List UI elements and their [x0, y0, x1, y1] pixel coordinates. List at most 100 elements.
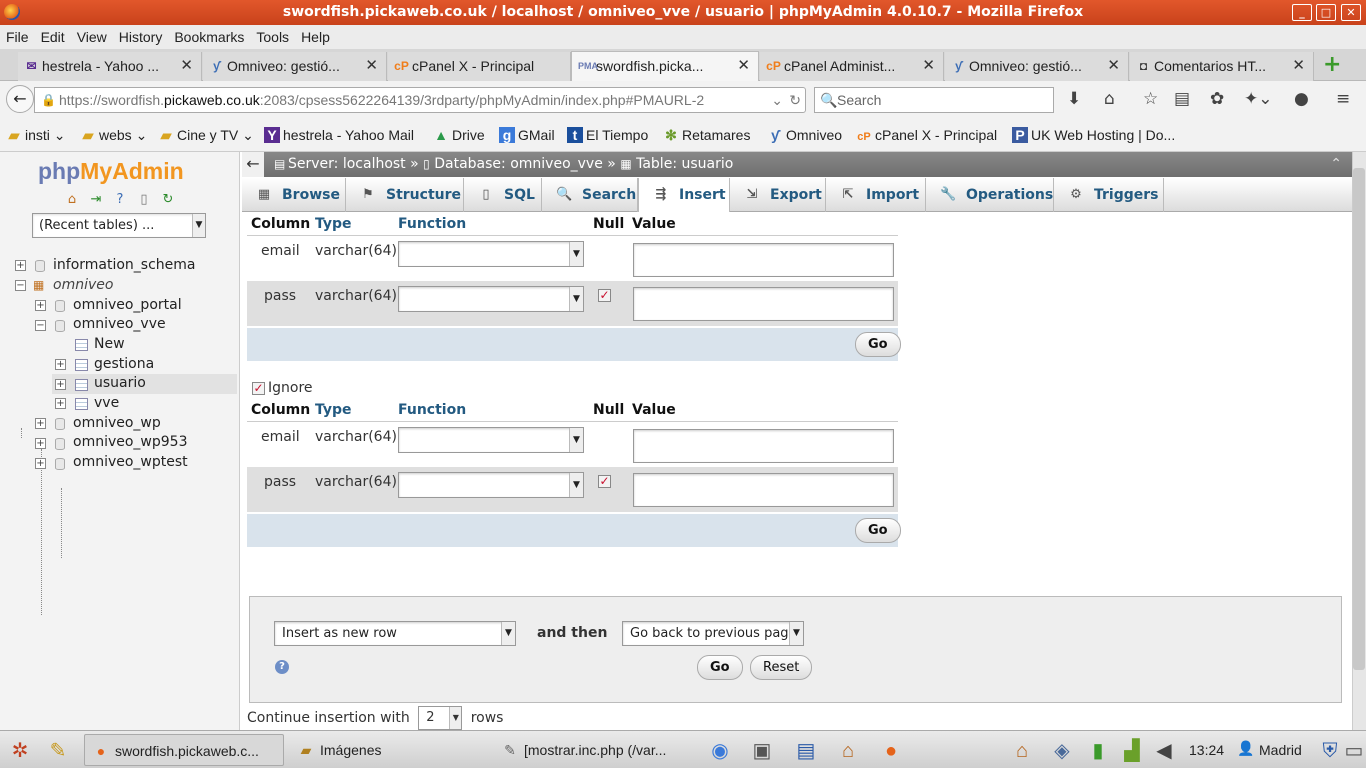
writer-icon[interactable]: ▤: [792, 737, 820, 765]
continue-rows-select[interactable]: 2 ▼: [418, 706, 463, 730]
phpmyadmin-logo[interactable]: phpMyAdmin: [38, 158, 184, 185]
arrow-left-icon[interactable]: ←: [242, 152, 264, 177]
bookmark-yahoo[interactable]: Yhestrela - Yahoo Mail: [264, 127, 414, 143]
function-select[interactable]: ▼: [398, 427, 584, 453]
breadcrumb-server[interactable]: Server: localhost: [288, 156, 406, 172]
house-icon[interactable]: ⌂: [834, 737, 862, 765]
close-tab-icon[interactable]: ✕: [1292, 52, 1305, 80]
value-input-email[interactable]: [633, 243, 894, 277]
breadcrumb-table[interactable]: Table: usuario: [636, 156, 733, 172]
bookmark-eltiempo[interactable]: t El Tiempo: [567, 127, 648, 143]
tab-insert[interactable]: ⇶ Insert: [638, 178, 730, 212]
tab-operations[interactable]: 🔧 Operations: [926, 178, 1054, 212]
back-button[interactable]: ←: [6, 85, 34, 113]
tab-sql[interactable]: ▯ SQL: [464, 178, 542, 212]
close-tab-icon[interactable]: ✕: [180, 52, 193, 80]
value-input-pass[interactable]: [633, 287, 894, 321]
documentation-icon[interactable]: ▯: [136, 192, 152, 208]
go-button[interactable]: Go: [855, 332, 901, 357]
tree-new-table[interactable]: New: [94, 336, 125, 352]
maximize-button[interactable]: □: [1316, 4, 1336, 21]
signal-icon[interactable]: ▟: [1118, 737, 1146, 765]
bookmark-folder-insti[interactable]: ▰ insti ⌄: [6, 127, 66, 144]
reading-list-icon[interactable]: ▤: [1174, 89, 1190, 109]
home-icon[interactable]: ⌂: [64, 192, 80, 208]
header-function[interactable]: Function: [398, 214, 466, 234]
menu-help[interactable]: Help: [301, 29, 330, 45]
house-tray-icon[interactable]: ⌂: [1008, 737, 1036, 765]
expand-icon[interactable]: +: [15, 260, 26, 271]
menu-history[interactable]: History: [119, 29, 163, 45]
tree-group-omniveo[interactable]: omniveo: [53, 277, 113, 293]
recent-tables-select[interactable]: (Recent tables) ... ▼: [32, 213, 206, 238]
header-type[interactable]: Type: [315, 400, 352, 420]
close-tab-icon[interactable]: ✕: [365, 52, 378, 80]
menu-bookmarks[interactable]: Bookmarks: [174, 29, 244, 45]
bookmark-gmail[interactable]: g GMail: [499, 127, 555, 143]
null-checkbox[interactable]: ✓: [598, 475, 611, 488]
reload-icon[interactable]: ↻: [789, 88, 801, 112]
tree-db-information-schema[interactable]: information_schema: [53, 257, 196, 273]
expand-icon[interactable]: +: [35, 438, 46, 449]
close-tab-icon[interactable]: ✕: [737, 52, 750, 80]
hamburger-menu-icon[interactable]: ≡: [1336, 89, 1350, 109]
bookmark-folder-cine[interactable]: ▰ Cine y TV ⌄: [158, 127, 254, 144]
scrollbar-thumb[interactable]: [1353, 168, 1365, 670]
header-type[interactable]: Type: [315, 214, 352, 234]
collapse-icon[interactable]: −: [15, 280, 26, 291]
tree-db-omniveo-wptest[interactable]: omniveo_wptest: [73, 454, 188, 470]
browser-tab-yahoo[interactable]: ✉ hestrela - Yahoo ... ✕: [18, 52, 202, 81]
collapse-icon[interactable]: −: [35, 320, 46, 331]
bookmark-star-icon[interactable]: ☆: [1143, 89, 1158, 109]
task-firefox[interactable]: ● swordfish.pickaweb.c...: [84, 734, 284, 766]
value-input-pass[interactable]: [633, 473, 894, 507]
expand-icon[interactable]: +: [55, 379, 66, 390]
url-bar[interactable]: 🔒 https://swordfish.pickaweb.co.uk:2083/c…: [34, 87, 806, 113]
expand-icon[interactable]: +: [35, 458, 46, 469]
tab-browse[interactable]: ▦ Browse: [242, 178, 346, 212]
tab-export[interactable]: ⇲ Export: [730, 178, 826, 212]
screenshot-icon[interactable]: ▣: [748, 737, 776, 765]
bookmark-folder-webs[interactable]: ▰ webs ⌄: [80, 127, 148, 144]
bookmark-ukwebhosting[interactable]: P UK Web Hosting | Do...: [1012, 127, 1175, 143]
home-icon[interactable]: ⌂: [1104, 89, 1115, 109]
chromium-icon[interactable]: ◉: [706, 737, 734, 765]
network-icon[interactable]: ◈: [1048, 737, 1076, 765]
notes-icon[interactable]: ✎: [44, 737, 72, 765]
expand-icon[interactable]: +: [35, 300, 46, 311]
after-insert-select[interactable]: Go back to previous page ▼: [622, 621, 804, 646]
minimize-button[interactable]: _: [1292, 4, 1312, 21]
tab-search[interactable]: 🔍 Search: [542, 178, 638, 212]
chat-icon[interactable]: ●: [1294, 89, 1309, 109]
value-input-email[interactable]: [633, 429, 894, 463]
tab-import[interactable]: ⇱ Import: [826, 178, 926, 212]
tree-table-vve[interactable]: vve: [94, 395, 119, 411]
task-imagenes[interactable]: ▰ Imágenes: [290, 734, 480, 766]
menu-file[interactable]: File: [6, 29, 29, 45]
new-tab-icon[interactable]: +: [1323, 52, 1341, 77]
logout-icon[interactable]: ⇥: [88, 192, 104, 208]
clock[interactable]: 13:24: [1189, 742, 1224, 758]
browser-tab-cpanel[interactable]: cP cPanel X - Principal: [388, 52, 571, 81]
tab-structure[interactable]: ⚑ Structure: [346, 178, 464, 212]
download-icon[interactable]: ⬇: [1067, 89, 1081, 109]
browser-tab-omniveo-2[interactable]: ƴ Omniveo: gestió... ✕: [945, 52, 1129, 81]
reload-icon[interactable]: ↻: [160, 192, 176, 208]
go-button[interactable]: Go: [697, 655, 743, 680]
bookmark-retamares[interactable]: ✻ Retamares: [663, 127, 750, 144]
expand-icon[interactable]: +: [55, 398, 66, 409]
function-select[interactable]: ▼: [398, 241, 584, 267]
addon-icon[interactable]: ✦⌄: [1244, 89, 1273, 109]
tree-db-omniveo-wp953[interactable]: omniveo_wp953: [73, 434, 188, 450]
update-icon[interactable]: ▮: [1084, 737, 1112, 765]
browser-tab-comentarios[interactable]: ◘ Comentarios HT... ✕: [1130, 52, 1314, 81]
menu-view[interactable]: View: [77, 29, 107, 45]
bookmark-cpanel[interactable]: cP cPanel X - Principal: [856, 127, 997, 143]
collapse-icon[interactable]: ⌃: [1330, 152, 1342, 176]
expand-icon[interactable]: +: [35, 418, 46, 429]
dropdown-icon[interactable]: ⌄: [767, 88, 783, 112]
firefox-launcher-icon[interactable]: ●: [877, 737, 905, 765]
menu-edit[interactable]: Edit: [41, 29, 65, 45]
show-desktop-icon[interactable]: ▭: [1340, 737, 1366, 765]
tree-db-omniveo-portal[interactable]: omniveo_portal: [73, 297, 182, 313]
